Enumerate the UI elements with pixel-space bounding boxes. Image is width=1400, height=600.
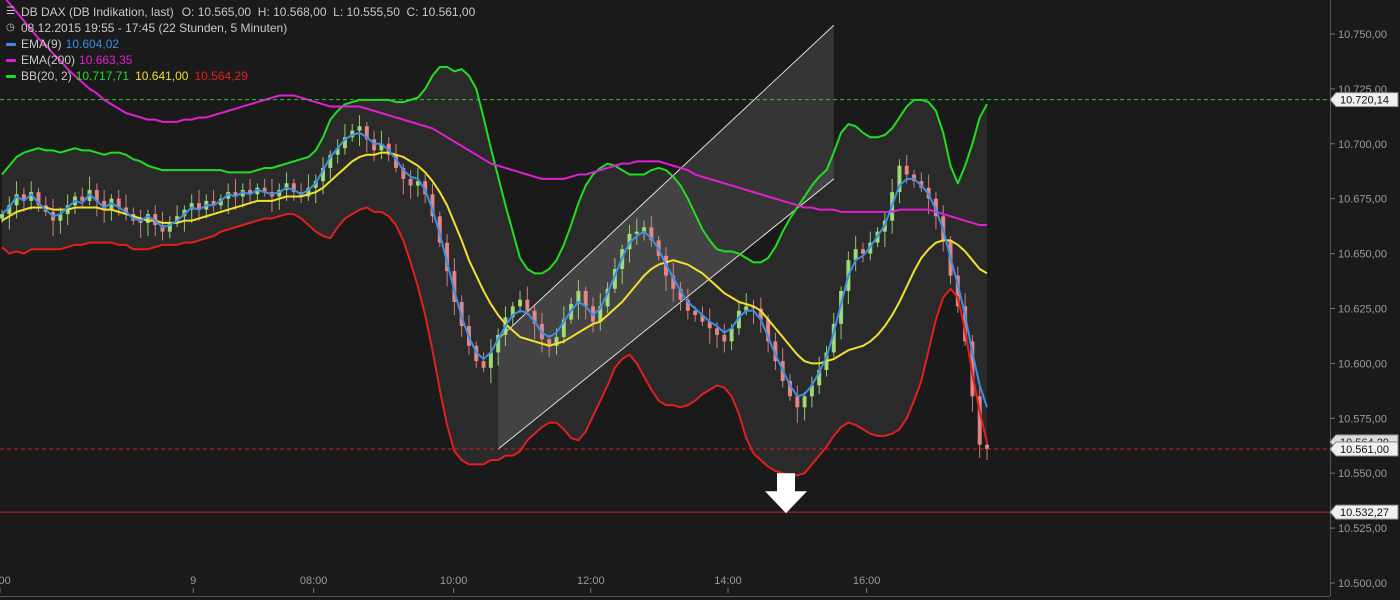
legend-bb[interactable]: BB(20, 2) 10.717,71 10.641,00 10.564,29 — [6, 68, 475, 84]
candle-body — [802, 396, 807, 408]
y-tick-label[interactable]: 10.525,00 — [1338, 523, 1387, 535]
x-tick-label[interactable]: 10:00 — [440, 575, 468, 587]
y-tick-label[interactable]: 10.625,00 — [1338, 304, 1387, 316]
x-tick-label[interactable]: 9 — [190, 575, 196, 587]
candle-body — [525, 299, 530, 311]
candle-body — [715, 328, 720, 335]
candle-body — [481, 361, 486, 368]
y-tick-label[interactable]: 10.650,00 — [1338, 249, 1387, 261]
period-text: 08.12.2015 19:55 - 17:45 (22 Stunden, 5 … — [21, 21, 288, 35]
ema200-label: EMA(200) — [21, 53, 76, 67]
bb-label: BB(20, 2) — [21, 69, 72, 83]
candle-body — [904, 165, 909, 175]
price-tag: 10.561,00 — [1329, 441, 1399, 457]
chart-legend: ☰ DB DAX (DB Indikation, last) O: 10.565… — [6, 4, 475, 84]
price-tag-text: 10.532,27 — [1340, 507, 1389, 519]
candle-body — [795, 396, 800, 408]
x-tick-label[interactable]: 12:00 — [577, 575, 605, 587]
x-tick-label[interactable]: 08:00 — [300, 575, 328, 587]
candle-body — [634, 231, 639, 234]
candle-body — [0, 214, 4, 219]
candle-body — [518, 299, 523, 307]
price-tag: 10.532,27 — [1329, 504, 1399, 520]
symbol-title: DB DAX (DB Indikation, last) — [21, 5, 174, 19]
legend-ema200[interactable]: EMA(200) 10.663,35 — [6, 52, 475, 68]
ema200-swatch — [6, 58, 16, 62]
y-tick-label[interactable]: 10.700,00 — [1338, 139, 1387, 151]
candle-body — [985, 444, 989, 450]
candle-body — [722, 334, 727, 342]
candle-body — [408, 178, 413, 186]
y-tick-label[interactable]: 10.750,00 — [1338, 29, 1387, 41]
price-tag: 10.720,14 — [1329, 92, 1399, 108]
legend-period-row: ◷ 08.12.2015 19:55 - 17:45 (22 Stunden, … — [6, 20, 475, 36]
legend-symbol-row: ☰ DB DAX (DB Indikation, last) O: 10.565… — [6, 4, 475, 20]
x-tick-label[interactable]: 16:00 — [853, 575, 881, 587]
x-tick-label[interactable]: 0:00 — [0, 575, 11, 587]
clock-icon: ◷ — [6, 22, 15, 33]
candle-body — [372, 139, 377, 151]
price-tag-text: 10.720,14 — [1340, 95, 1389, 107]
ema9-value: 10.604,02 — [65, 37, 120, 51]
y-tick-label[interactable]: 10.575,00 — [1338, 413, 1387, 425]
candle-body — [357, 126, 362, 131]
y-tick-label[interactable]: 10.600,00 — [1338, 358, 1387, 370]
x-tick-label[interactable]: 14:00 — [714, 575, 742, 587]
bb-lower-value: 10.564,29 — [194, 69, 248, 83]
ema9-label: EMA(9) — [21, 37, 62, 51]
chart-canvas[interactable]: 10.750,0010.725,0010.700,0010.675,0010.6… — [0, 0, 1400, 600]
y-tick-label[interactable]: 10.550,00 — [1338, 468, 1387, 480]
ema200-value: 10.663,35 — [79, 53, 133, 67]
ohlc-values: O: 10.565,00 H: 10.568,00 L: 10.555,50 C… — [181, 5, 476, 19]
bb-swatch — [6, 74, 16, 78]
candle-body — [693, 310, 698, 316]
y-tick-label[interactable]: 10.500,00 — [1338, 578, 1387, 590]
bb-mid-value: 10.641,00 — [135, 69, 189, 83]
candle-body — [583, 290, 588, 307]
price-tag-text: 10.561,00 — [1340, 444, 1389, 456]
y-tick-label[interactable]: 10.675,00 — [1338, 194, 1387, 206]
chart-type-icon: ☰ — [6, 6, 15, 17]
legend-ema9[interactable]: EMA(9) 10.604,02 — [6, 36, 475, 52]
ema9-swatch — [6, 42, 16, 46]
bb-upper-value: 10.717,71 — [75, 69, 130, 83]
